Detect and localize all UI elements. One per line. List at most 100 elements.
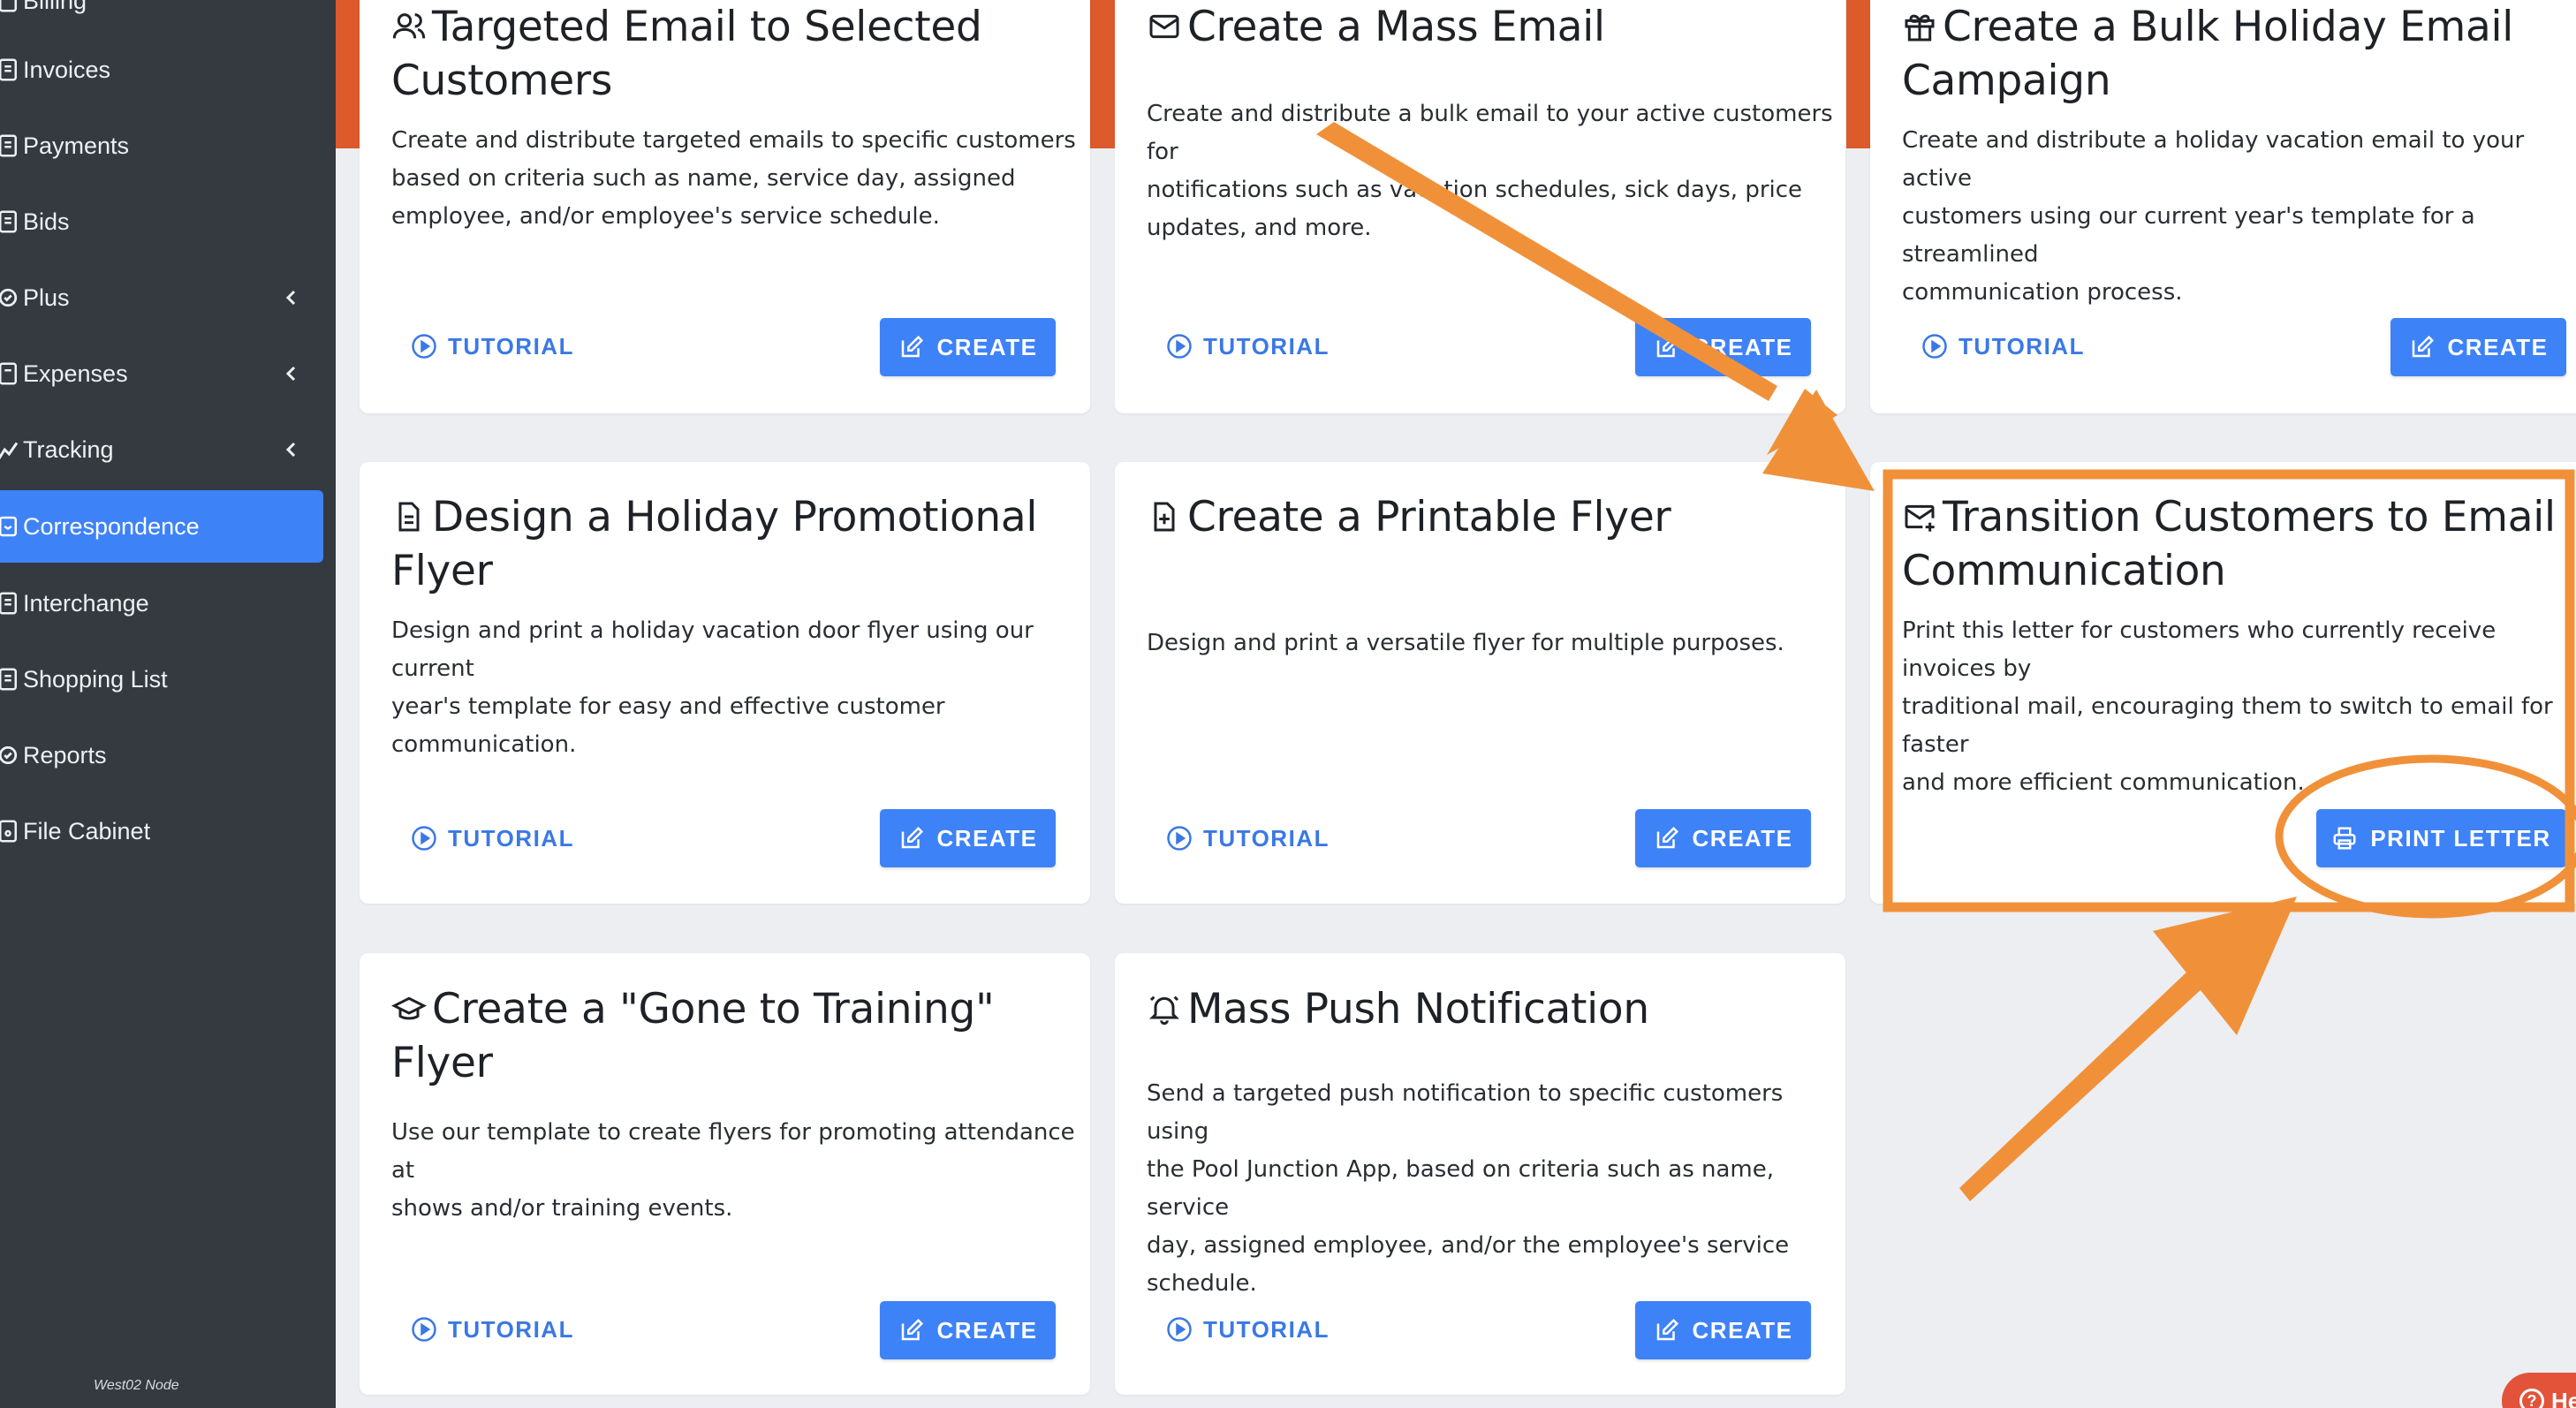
play-circle-icon: [1167, 334, 1192, 359]
sidebar-item-label: Tracking: [23, 435, 114, 463]
sidebar-item-correspondence[interactable]: Correspondence: [0, 490, 323, 563]
card-title-line1: Create a Printable Flyer: [1187, 493, 1671, 541]
help-label: He: [2551, 1387, 2576, 1408]
edit-icon: [1656, 335, 1678, 358]
sidebar: Billing Invoices Payments Bids Plus Expe…: [0, 0, 336, 1408]
printer-icon: [2333, 827, 2356, 850]
sidebar-item-expenses[interactable]: Expenses: [0, 337, 323, 410]
tutorial-button[interactable]: TUTORIAL: [1166, 323, 1330, 369]
card-description: Use our template to create flyers for pr…: [391, 1114, 1090, 1228]
card-title-line1: Mass Push Notification: [1187, 985, 1649, 1033]
tutorial-button[interactable]: TUTORIAL: [1166, 1306, 1330, 1352]
sidebar-item-label: Correspondence: [23, 512, 200, 540]
create-button[interactable]: CREATE: [1635, 809, 1811, 867]
sidebar-item-payments[interactable]: Payments: [0, 110, 323, 182]
tracking-icon: [0, 436, 21, 463]
create-button[interactable]: CREATE: [880, 318, 1056, 376]
card-holiday-flyer: Design a Holiday Promotional Flyer Design…: [360, 462, 1090, 904]
sidebar-item-label: Expenses: [23, 360, 128, 387]
edit-icon: [901, 826, 923, 849]
sidebar-item-label: Interchange: [23, 589, 149, 617]
sidebar-item-interchange[interactable]: Interchange: [0, 567, 323, 640]
tutorial-button[interactable]: TUTORIAL: [1921, 323, 2085, 369]
card-title-line1: Create a Mass Email: [1187, 3, 1605, 51]
desc-line: customers using our current year's templ…: [1902, 203, 2475, 268]
card-title: Mass Push Notification: [1147, 982, 1649, 1036]
sidebar-item-billing[interactable]: Billing: [0, 0, 323, 37]
card-training-flyer: Create a "Gone to Training" Flyer Use ou…: [360, 953, 1090, 1395]
create-button[interactable]: CREATE: [2390, 318, 2566, 376]
create-label: CREATE: [936, 1316, 1038, 1344]
desc-line: Create and distribute a bulk email to yo…: [1147, 101, 1833, 165]
payment-icon: [0, 132, 21, 159]
card-title: Targeted Email to Selected Customers: [391, 0, 982, 108]
card-description: Create and distribute a bulk email to yo…: [1147, 95, 1845, 247]
chevron-left-icon: [285, 366, 296, 382]
file-cabinet-icon: [0, 818, 21, 844]
desc-line: day, assigned employee, and/or the emplo…: [1147, 1232, 1790, 1259]
bell-icon: [1147, 986, 1182, 1026]
card-title: Design a Holiday Promotional Flyer: [391, 490, 1037, 598]
card-description: Print this letter for customers who curr…: [1902, 612, 2576, 802]
sidebar-item-label: Reports: [23, 741, 107, 768]
card-title-line2: Campaign: [1902, 57, 2111, 105]
print-letter-label: PRINT LETTER: [2370, 824, 2551, 852]
tutorial-label: TUTORIAL: [448, 824, 574, 852]
play-circle-icon: [412, 826, 436, 851]
sidebar-item-reports[interactable]: Reports: [0, 719, 323, 791]
desc-line: Design and print a versatile flyer for m…: [1147, 630, 1784, 656]
create-button[interactable]: CREATE: [880, 1301, 1056, 1359]
play-circle-icon: [1922, 334, 1947, 359]
plus-icon: [0, 284, 21, 311]
correspondence-icon: [0, 513, 21, 540]
users-icon: [391, 4, 427, 39]
card-title: Create a "Gone to Training" Flyer: [390, 982, 1090, 1090]
tutorial-label: TUTORIAL: [1959, 332, 2085, 360]
edit-icon: [901, 335, 923, 358]
server-node-label: West02 Node: [94, 1378, 179, 1393]
tutorial-button[interactable]: TUTORIAL: [411, 1306, 574, 1352]
sidebar-item-label: Plus: [23, 284, 70, 311]
tutorial-label: TUTORIAL: [1203, 824, 1330, 852]
create-label: CREATE: [936, 333, 1038, 360]
sidebar-item-shopping-list[interactable]: Shopping List: [0, 643, 323, 715]
create-button[interactable]: CREATE: [880, 809, 1056, 867]
card-description: Create and distribute a holiday vacation…: [1902, 122, 2576, 312]
card-description: Design and print a holiday vacation door…: [391, 612, 1090, 764]
sidebar-item-file-cabinet[interactable]: File Cabinet: [0, 795, 323, 867]
edit-icon: [2412, 335, 2434, 358]
tutorial-button[interactable]: TUTORIAL: [1166, 815, 1330, 861]
gift-icon: [1902, 4, 1937, 42]
print-letter-button[interactable]: PRINT LETTER: [2316, 809, 2566, 867]
mail-plus-icon: [1902, 494, 1937, 532]
document-icon: [391, 494, 427, 532]
desc-line: shows and/or training events.: [391, 1195, 733, 1222]
help-button[interactable]: ? He: [2502, 1373, 2576, 1408]
tutorial-label: TUTORIAL: [448, 1315, 574, 1343]
desc-line: updates, and more.: [1147, 215, 1372, 241]
tutorial-button[interactable]: TUTORIAL: [411, 323, 574, 369]
sidebar-item-plus[interactable]: Plus: [0, 261, 323, 334]
sidebar-item-label: Billing: [23, 0, 87, 14]
sidebar-item-label: Invoices: [23, 56, 111, 83]
sidebar-item-label: Shopping List: [23, 665, 168, 693]
create-button[interactable]: CREATE: [1635, 318, 1811, 376]
card-title-line1: Targeted Email to Selected: [432, 3, 982, 51]
card-title-line2: Flyer: [391, 547, 493, 595]
desc-line: Print this letter for customers who curr…: [1902, 617, 2496, 682]
create-label: CREATE: [2447, 333, 2549, 360]
sidebar-item-bids[interactable]: Bids: [0, 185, 323, 258]
sidebar-item-tracking[interactable]: Tracking: [0, 413, 323, 486]
desc-line: communication.: [391, 731, 577, 758]
desc-line: notifications such as vacation schedules…: [1147, 177, 1803, 203]
card-title: Create a Bulk Holiday Email Campaign: [1902, 0, 2513, 108]
graduation-cap-icon: [390, 986, 428, 1021]
chevron-left-icon: [285, 290, 296, 306]
create-button[interactable]: CREATE: [1635, 1301, 1811, 1359]
tutorial-button[interactable]: TUTORIAL: [411, 815, 574, 861]
invoice-icon: [0, 57, 21, 83]
sidebar-item-invoices[interactable]: Invoices: [0, 34, 323, 106]
desc-line: Create and distribute a holiday vacation…: [1902, 127, 2525, 192]
desc-line: employee, and/or employee's service sche…: [391, 203, 940, 230]
header-accent: [1090, 0, 1117, 148]
